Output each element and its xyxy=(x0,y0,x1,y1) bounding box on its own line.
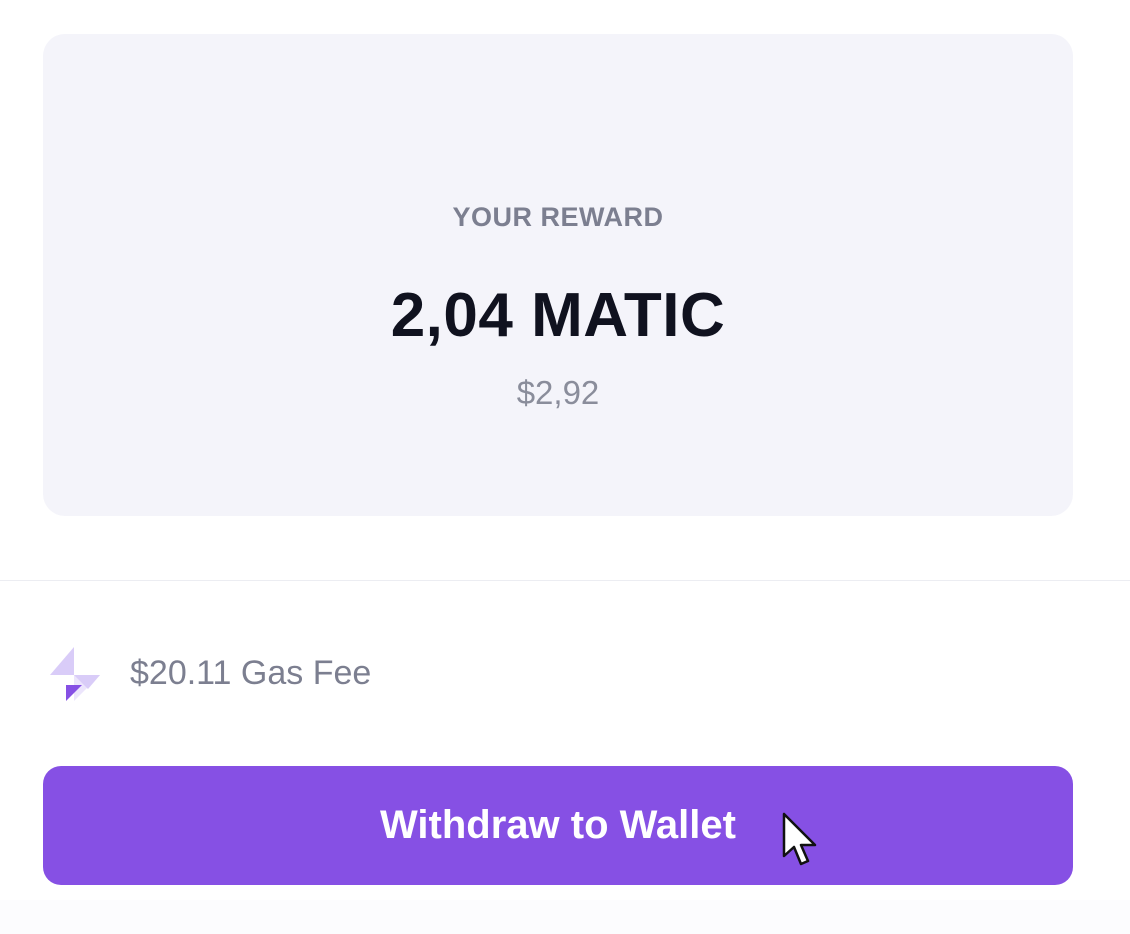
gas-fee-row: $20.11 Gas Fee xyxy=(48,645,371,701)
divider xyxy=(0,580,1130,581)
reward-amount: 2,04 MATIC xyxy=(390,281,726,350)
bottom-strip xyxy=(0,900,1130,934)
reward-usd-value: $2,92 xyxy=(516,374,600,411)
lightning-icon xyxy=(50,647,100,701)
gas-fee-text: $20.11 Gas Fee xyxy=(130,653,372,692)
reward-withdraw-panel: YOUR REWARD 2,04 MATIC $2,92 $20.11 Gas … xyxy=(0,0,1130,934)
reward-card: YOUR REWARD 2,04 MATIC $2,92 xyxy=(43,34,1073,516)
withdraw-to-wallet-button[interactable]: Withdraw to Wallet xyxy=(43,766,1073,885)
reward-label: YOUR REWARD xyxy=(452,202,664,232)
